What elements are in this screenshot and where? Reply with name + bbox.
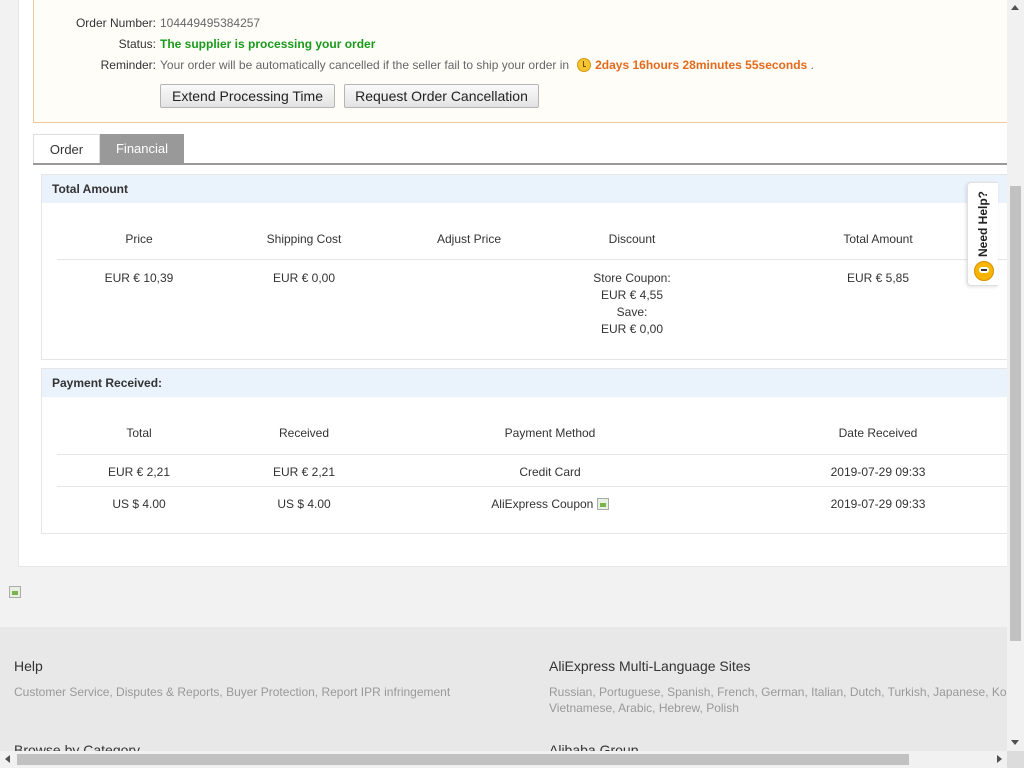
col-header-price: Price [125,232,153,246]
extend-processing-time-button[interactable]: Extend Processing Time [160,84,335,108]
vertical-scrollbar-thumb[interactable] [1010,186,1021,641]
footer-help-title: Help [14,658,43,674]
table-divider [57,454,1007,455]
detail-tabs: Order Financial [33,134,1007,165]
broken-image-icon [9,586,21,598]
scroll-up-icon[interactable] [1011,5,1019,10]
table-divider [57,259,1007,260]
scrollbar-corner [1007,751,1024,768]
need-help-label: Need Help? [976,191,990,258]
language-links-line-1[interactable]: Russian, Portuguese, Spanish, French, Ge… [549,684,1007,700]
payment-total: US $ 4.00 [112,497,166,511]
payment-received-section: Payment Received: Total Received Payment… [41,368,1007,534]
footer-browse-title: Browse by Category [14,742,141,751]
table-divider [57,486,1007,487]
vertical-scrollbar[interactable] [1007,0,1024,751]
coupon-image-icon [596,498,609,510]
reminder-label: Reminder: [100,58,156,72]
store-coupon-amount: EUR € 4,55 [600,288,664,302]
col-header-date-received: Date Received [838,426,918,440]
reminder-text: Your order will be automatically cancell… [160,58,570,72]
payment-method: AliExpress Coupon [491,497,594,511]
save-amount: EUR € 0,00 [600,322,664,336]
footer-language-title: AliExpress Multi-Language Sites [549,658,751,674]
scroll-right-icon[interactable] [997,755,1002,763]
language-links-line-2[interactable]: Vietnamese, Arabic, Hebrew, Polish [549,700,1007,716]
site-footer: Help Customer Service, Disputes & Report… [0,627,1007,751]
reminder-value: Your order will be automatically cancell… [160,56,814,74]
order-status-box: Order Number: 104449495384257 Status: Th… [33,0,1007,123]
payment-received: US $ 4.00 [277,497,331,511]
col-header-total-amount: Total Amount [843,232,913,246]
shipping-cost-value: EUR € 0,00 [272,271,336,285]
horizontal-scrollbar-thumb[interactable] [17,754,909,765]
total-amount-section: Total Amount Price Shipping Cost Adjust … [41,174,1007,360]
payment-date: 2019-07-29 09:33 [830,465,926,479]
payment-method-cell: AliExpress Coupon [460,496,640,513]
order-detail-panel: Order Number: 104449495384257 Status: Th… [18,0,1007,567]
reminder-end: . [810,58,814,72]
order-number-value: 104449495384257 [160,16,261,30]
col-header-adjust-price: Adjust Price [436,232,502,246]
payment-total: EUR € 2,21 [107,465,171,479]
col-header-shipping-cost: Shipping Cost [266,232,342,246]
store-coupon-label: Store Coupon: [593,271,671,285]
payment-date: 2019-07-29 09:33 [830,497,926,511]
col-header-payment-method: Payment Method [504,426,596,440]
col-header-total: Total [126,426,152,440]
col-header-discount: Discount [608,232,656,246]
scroll-down-icon[interactable] [1011,740,1019,745]
payment-method: Credit Card [519,465,581,479]
payment-received: EUR € 2,21 [272,465,336,479]
save-label: Save: [616,305,648,319]
page-viewport: Order Number: 104449495384257 Status: Th… [0,0,1007,751]
col-header-received: Received [278,426,330,440]
status-label: Status: [118,37,156,51]
need-help-button[interactable]: Need Help? [967,182,998,286]
scroll-left-icon[interactable] [5,755,10,763]
total-amount-title: Total Amount [42,175,1007,203]
order-number-label: Order Number: [75,16,156,30]
horizontal-scrollbar[interactable] [0,751,1007,768]
robot-assistant-icon [974,261,994,281]
payment-received-title: Payment Received: [42,369,1007,397]
tab-financial[interactable]: Financial [100,134,184,163]
footer-language-links[interactable]: Russian, Portuguese, Spanish, French, Ge… [549,684,1007,716]
clock-icon [577,58,592,72]
status-value: The supplier is processing your order [160,37,376,51]
price-value: EUR € 10,39 [104,271,174,285]
total-amount-value: EUR € 5,85 [846,271,910,285]
request-order-cancellation-button[interactable]: Request Order Cancellation [344,84,539,108]
countdown-timer: 2days 16hours 28minutes 55seconds [595,58,808,72]
footer-alibaba-title: Alibaba Group [549,742,639,751]
footer-help-links[interactable]: Customer Service, Disputes & Reports, Bu… [14,684,450,700]
discount-value: Store Coupon: EUR € 4,55 Save: EUR € 0,0… [562,270,702,338]
tab-order[interactable]: Order [33,134,100,163]
